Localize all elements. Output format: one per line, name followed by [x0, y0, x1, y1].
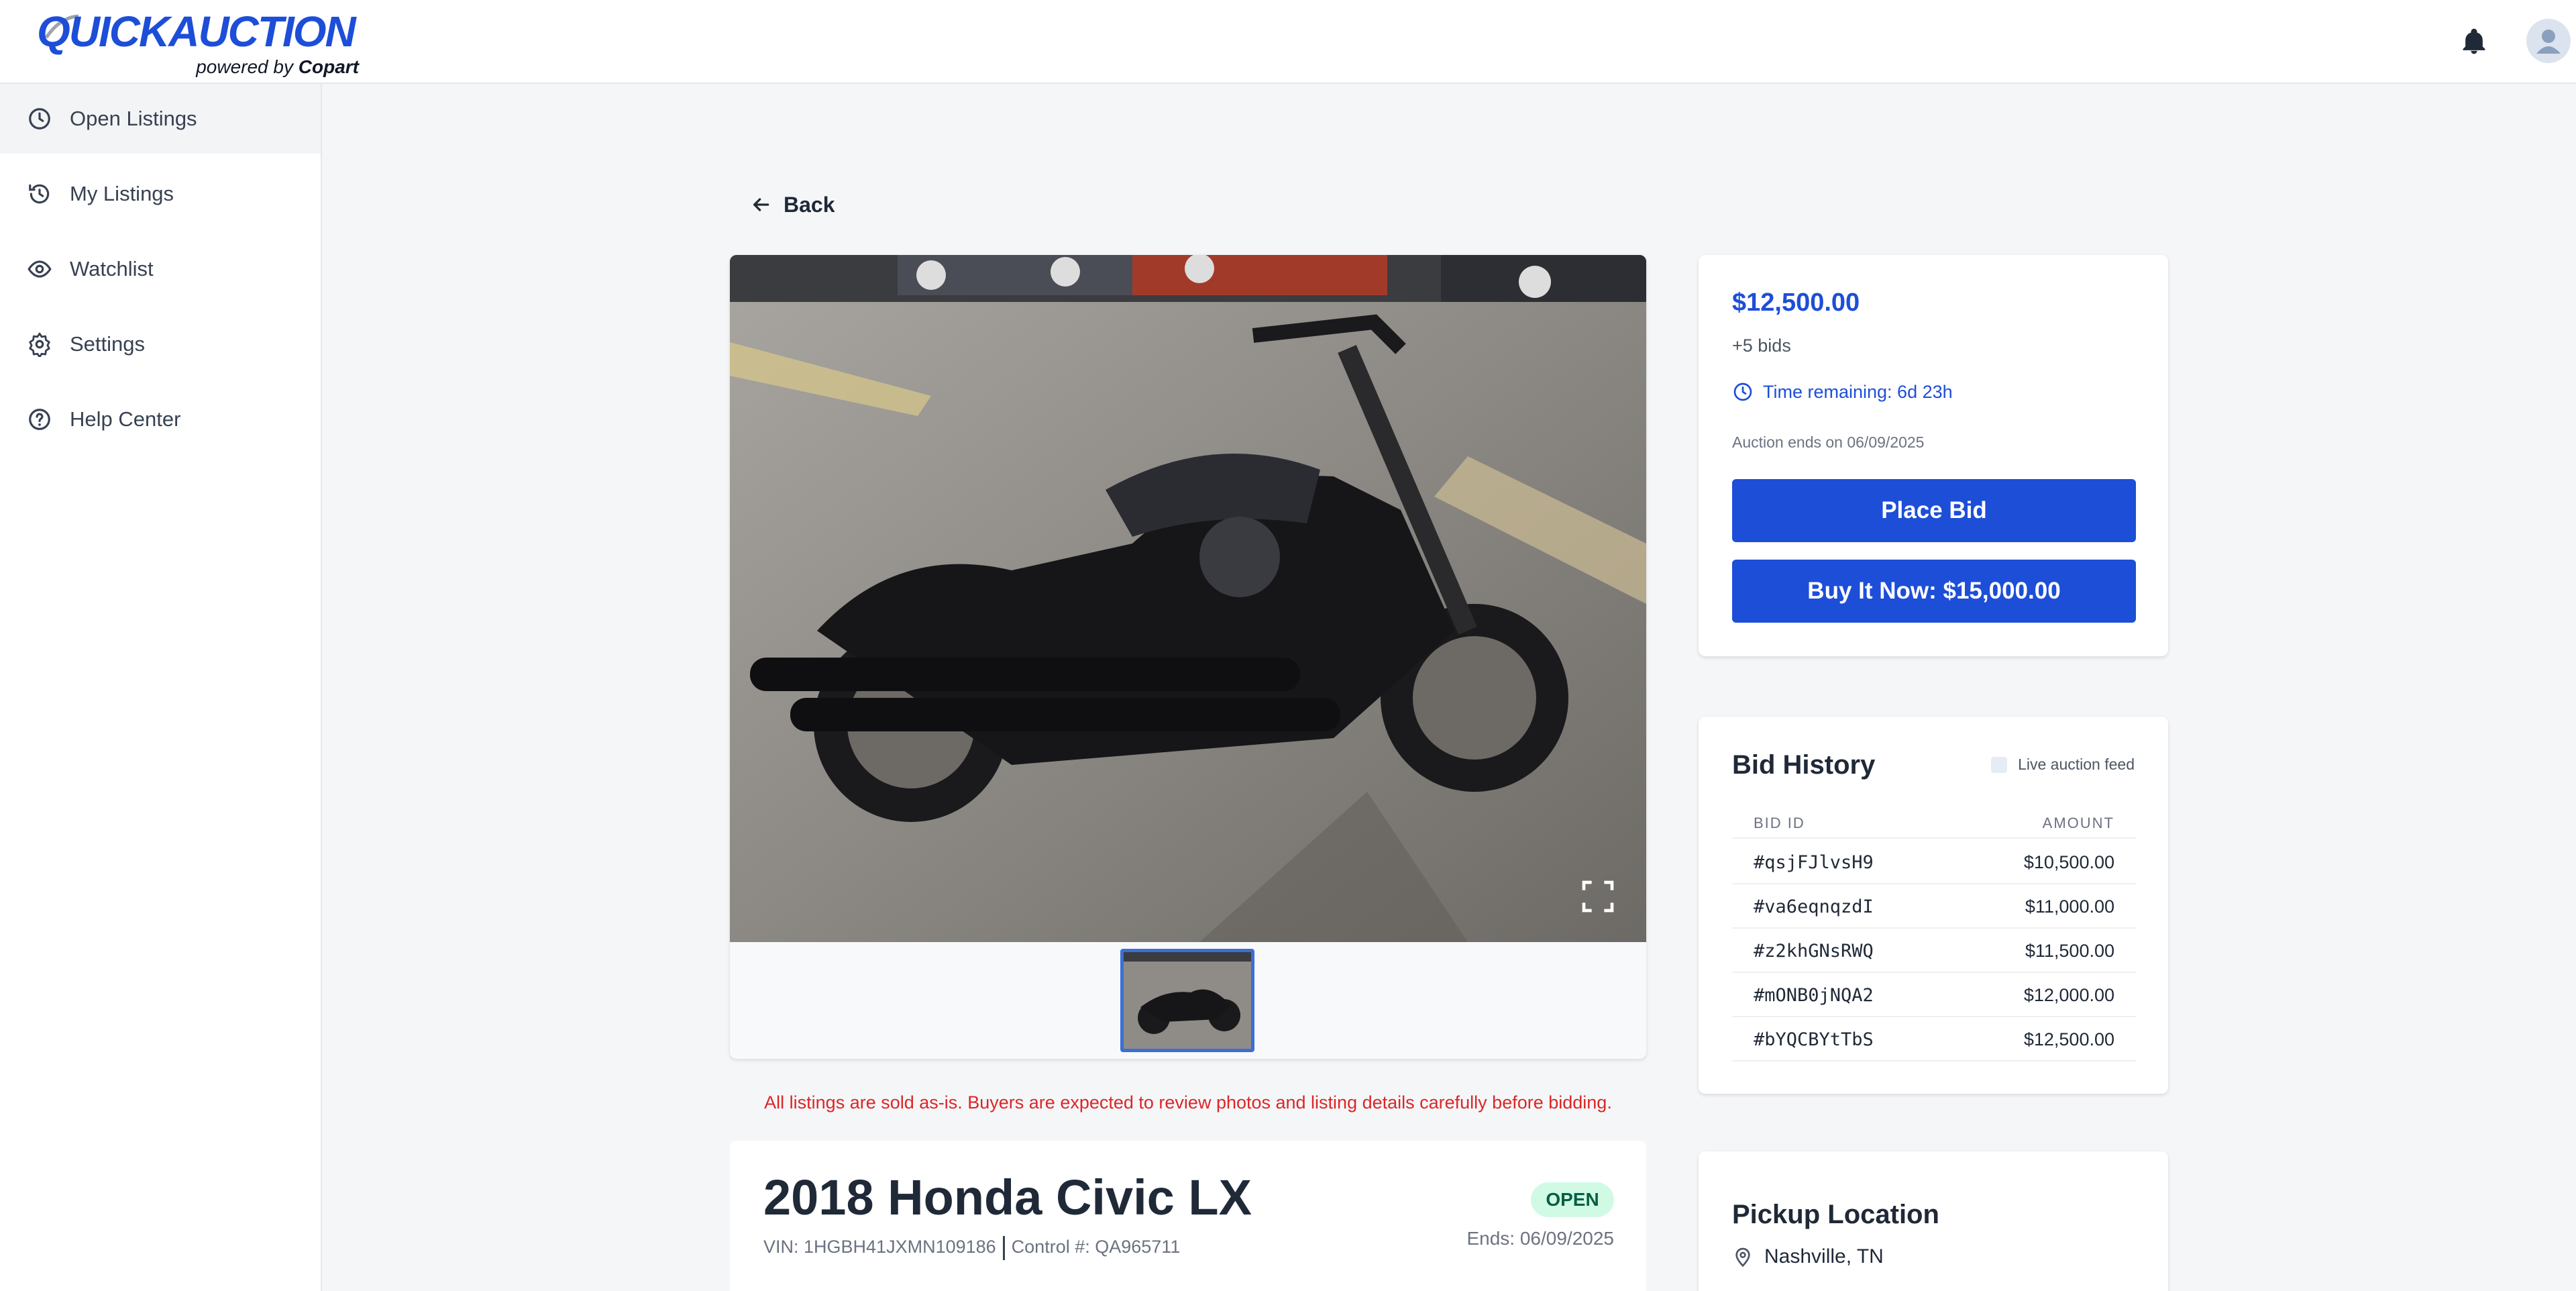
gear-icon: [29, 332, 50, 357]
place-bid-button[interactable]: Place Bid: [1732, 479, 2136, 542]
status-badge: OPEN: [1531, 1182, 1614, 1217]
bid-amount: $12,500.00: [2023, 1029, 2114, 1049]
sidebar-item-my-listings[interactable]: My Listings: [0, 159, 321, 229]
sidebar-item-label: Help Center: [70, 407, 181, 431]
time-remaining-text: Time remaining: 6d 23h: [1763, 381, 1953, 402]
auction-end-date: Auction ends on 06/09/2025: [1732, 433, 1925, 451]
vin-divider: [1002, 1236, 1005, 1260]
listing-title: 2018 Honda Civic LX: [763, 1170, 1252, 1225]
sidebar-item-open-listings[interactable]: Open Listings: [0, 84, 321, 154]
clock-icon: [29, 108, 50, 130]
thumbnail[interactable]: [1120, 949, 1254, 1052]
current-price: $12,500.00: [1732, 289, 1860, 317]
control-number: Control #: QA965711: [1011, 1237, 1181, 1257]
time-remaining: Time remaining: 6d 23h: [1732, 381, 1953, 403]
bid-count: +5 bids: [1732, 335, 1791, 356]
bid-amount: $11,000.00: [2025, 896, 2114, 917]
bid-id: #z2khGNsRWQ: [1754, 941, 1874, 962]
fullscreen-icon[interactable]: [1579, 878, 1617, 915]
pickup-title: Pickup Location: [1732, 1200, 1939, 1229]
bid-card: $12,500.00 +5 bids Time remaining: 6d 23…: [1699, 255, 2168, 656]
sidebar-item-label: My Listings: [70, 182, 174, 205]
bell-icon[interactable]: [2459, 27, 2489, 56]
sidebar-item-label: Watchlist: [70, 257, 154, 280]
sidebar-item-help-center[interactable]: Help Center: [0, 384, 321, 454]
bid-id-column-header: BID ID: [1754, 815, 1805, 831]
user-icon: [2536, 30, 2561, 54]
buy-it-now-button[interactable]: Buy It Now: $15,000.00: [1732, 560, 2136, 623]
sidebar-item-label: Open Listings: [70, 107, 197, 130]
bid-amount: $11,500.00: [2025, 941, 2114, 961]
sidebar-item-settings[interactable]: Settings: [0, 309, 321, 379]
logo-brand-text: Copart: [298, 56, 359, 77]
photo-gallery: [730, 255, 1646, 1059]
back-button[interactable]: Back: [750, 188, 835, 221]
live-feed-toggle[interactable]: Live auction feed: [1991, 756, 2135, 774]
back-label: Back: [784, 192, 835, 217]
listing-end-date: Ends: 06/09/2025: [1466, 1228, 1614, 1249]
bid-amount: $12,000.00: [2023, 985, 2114, 1005]
vin-text: VIN: 1HGBH41JXMN109186: [763, 1237, 996, 1257]
quickauction-logo[interactable]: QUICKAUCTION powered by Copart: [37, 7, 359, 77]
bid-history-card: Bid History Live auction feed BID ID AMO…: [1699, 717, 2168, 1094]
vin-line: VIN: 1HGBH41JXMN109186 Control #: QA96571…: [763, 1236, 1180, 1260]
pickup-location-text: Nashville, TN: [1764, 1245, 1884, 1268]
bid-history-header: BID ID AMOUNT: [1732, 811, 2136, 839]
table-row: #bYQCBYtTbS $12,500.00: [1732, 1017, 2136, 1062]
pickup-location-card: Pickup Location Nashville, TN: [1699, 1151, 2168, 1291]
table-row: #qsjFJlvsH9 $10,500.00: [1732, 840, 2136, 884]
history-icon: [29, 184, 50, 204]
table-row: #va6eqnqzdI $11,000.00: [1732, 884, 2136, 929]
eye-icon: [28, 260, 52, 278]
top-header: QUICKAUCTION powered by Copart: [0, 0, 2576, 84]
bid-id: #bYQCBYtTbS: [1754, 1029, 1874, 1050]
clock-icon: [1733, 382, 1752, 401]
logo-wordmark: QUICKAUCTION: [37, 7, 356, 56]
thumbnail-image: [1124, 952, 1251, 1049]
listing-main-photo[interactable]: [730, 255, 1646, 942]
bid-id: #mONB0jNQA2: [1754, 985, 1874, 1006]
help-icon: [29, 409, 50, 430]
logo-tagline: powered by Copart: [196, 56, 359, 78]
avatar[interactable]: [2526, 19, 2571, 63]
bid-id: #va6eqnqzdI: [1754, 896, 1874, 917]
sidebar-item-label: Settings: [70, 332, 146, 356]
amount-column-header: AMOUNT: [2042, 815, 2114, 831]
arrow-left-icon: [753, 198, 769, 211]
bid-id: #qsjFJlvsH9: [1754, 852, 1874, 873]
live-feed-label: Live auction feed: [2018, 756, 2135, 773]
bid-amount: $10,500.00: [2023, 852, 2114, 872]
live-feed-checkbox[interactable]: [1991, 756, 2008, 773]
sidebar: Open Listings My Listings Watchlist Sett…: [0, 84, 322, 1291]
listing-title-card: 2018 Honda Civic LX VIN: 1HGBH41JXMN1091…: [730, 1141, 1646, 1291]
map-pin-icon: [1735, 1247, 1750, 1268]
as-is-disclaimer: All listings are sold as-is. Buyers are …: [764, 1092, 1612, 1113]
logo-powered-text: powered by: [196, 56, 293, 77]
bid-history-title: Bid History: [1732, 750, 1876, 780]
pickup-location: Nashville, TN: [1732, 1245, 1884, 1268]
table-row: #z2khGNsRWQ $11,500.00: [1732, 929, 2136, 973]
sidebar-item-watchlist[interactable]: Watchlist: [0, 234, 321, 304]
table-row: #mONB0jNQA2 $12,000.00: [1732, 973, 2136, 1017]
